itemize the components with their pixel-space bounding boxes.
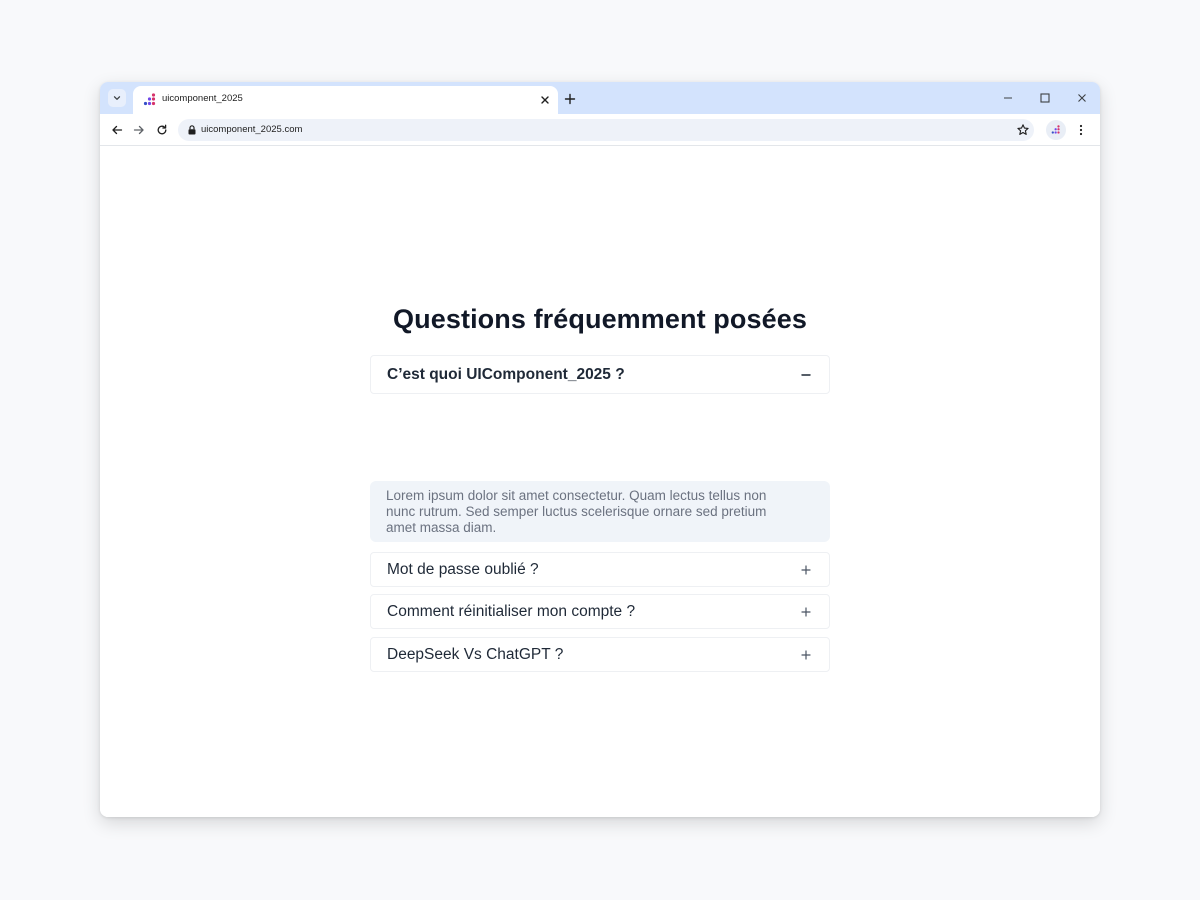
faq-item[interactable]: Comment réinitialiser mon compte ? (370, 594, 830, 629)
faq-item[interactable]: DeepSeek Vs ChatGPT ? (370, 637, 830, 672)
faq-title: Questions fréquemment posées (393, 304, 807, 334)
close-window-button[interactable] (1075, 91, 1089, 105)
reload-icon (157, 124, 167, 135)
forward-button[interactable] (132, 123, 146, 137)
plus-icon (801, 649, 811, 660)
close-icon (541, 96, 549, 104)
plus-icon (801, 564, 811, 575)
close-icon (1078, 94, 1086, 102)
arrow-left-icon (112, 125, 123, 135)
url-text: uicomponent_2025.com (201, 124, 303, 135)
expand-toggle[interactable] (800, 606, 812, 618)
dots-logo-icon (1051, 125, 1060, 134)
plus-icon (801, 606, 811, 617)
browser-toolbar: uicomponent_2025.com (100, 114, 1100, 146)
expand-toggle[interactable] (800, 564, 812, 576)
back-button[interactable] (110, 123, 124, 137)
browser-window: uicomponent_2025 uicomponent_2025.com Qu… (100, 82, 1100, 817)
faq-question: Comment réinitialiser mon compte ? (387, 602, 636, 620)
new-tab-button[interactable] (563, 92, 577, 106)
minus-icon (801, 373, 811, 376)
faq-answer: Lorem ipsum dolor sit amet consectetur. … (370, 481, 830, 542)
tab-list-button[interactable] (108, 89, 126, 107)
page-content: Questions fréquemment posées C’est quoi … (100, 147, 1100, 817)
plus-icon (564, 93, 576, 105)
active-tab[interactable]: uicomponent_2025 (133, 86, 558, 114)
chevron-down-icon (113, 96, 121, 100)
faq-question: C’est quoi UIComponent_2025 ? (387, 365, 625, 383)
dots-logo-icon (143, 93, 156, 106)
faq-question: DeepSeek Vs ChatGPT ? (387, 645, 564, 663)
faq-item[interactable]: Mot de passe oublié ? (370, 552, 830, 587)
address-bar[interactable]: uicomponent_2025.com (178, 119, 1034, 141)
profile-button[interactable] (1046, 120, 1066, 140)
faq-question: Mot de passe oublié ? (387, 560, 539, 578)
lock-icon (188, 125, 196, 135)
reload-button[interactable] (155, 123, 169, 137)
arrow-right-icon (133, 125, 144, 135)
expand-toggle[interactable] (800, 649, 812, 661)
faq-item[interactable]: C’est quoi UIComponent_2025 ? (370, 355, 830, 394)
minimize-button[interactable] (1001, 91, 1015, 105)
kebab-menu-icon (1079, 124, 1083, 136)
collapse-toggle[interactable] (800, 369, 812, 381)
maximize-icon (1040, 93, 1050, 103)
tab-title: uicomponent_2025 (162, 93, 243, 104)
star-icon[interactable] (1016, 123, 1030, 137)
browser-menu-button[interactable] (1074, 123, 1088, 137)
tab-bar: uicomponent_2025 (100, 82, 1100, 114)
tab-close-button[interactable] (538, 93, 552, 107)
maximize-button[interactable] (1038, 91, 1052, 105)
minimize-icon (1004, 97, 1012, 99)
